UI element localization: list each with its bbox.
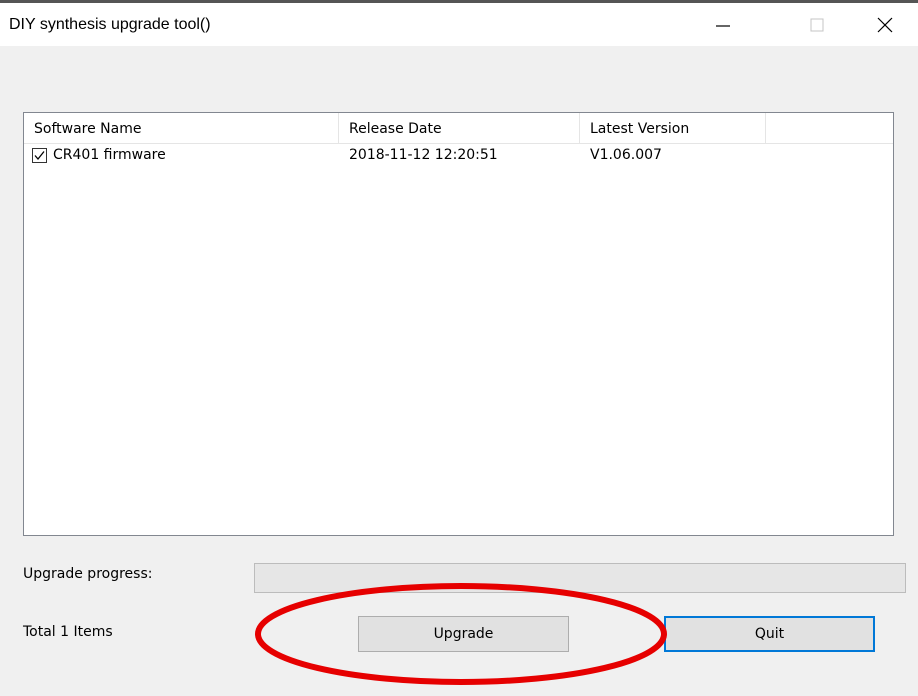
total-items-label: Total 1 Items [23, 624, 113, 640]
checkmark-icon [34, 150, 45, 160]
upgrade-button[interactable]: Upgrade [358, 616, 569, 652]
upgrade-tool-window: DIY synthesis upgrade tool() Software Na… [0, 0, 918, 696]
title-bar: DIY synthesis upgrade tool() [0, 0, 918, 46]
release-date-cell: 2018-11-12 12:20:51 [349, 147, 498, 163]
close-button[interactable] [862, 3, 908, 46]
window-title: DIY synthesis upgrade tool() [9, 16, 211, 33]
upgrade-progress-bar [254, 563, 906, 593]
progress-label: Upgrade progress: [23, 566, 153, 582]
software-list[interactable]: Software Name Release Date Latest Versio… [23, 112, 894, 536]
software-name: CR401 firmware [53, 147, 166, 163]
list-item[interactable]: CR401 firmware 2018-11-12 12:20:51 V1.06… [24, 143, 893, 167]
minimize-button[interactable] [700, 3, 746, 46]
item-checkbox[interactable] [32, 147, 47, 163]
maximize-button [794, 3, 840, 46]
minimize-icon [716, 24, 730, 27]
close-icon [877, 17, 893, 32]
software-name-cell: CR401 firmware [32, 143, 166, 167]
latest-version-cell: V1.06.007 [590, 147, 662, 163]
quit-button[interactable]: Quit [664, 616, 875, 652]
column-header-latest-version[interactable]: Latest Version [580, 113, 766, 143]
column-header-software-name[interactable]: Software Name [24, 113, 339, 143]
maximize-icon [810, 18, 824, 31]
list-header: Software Name Release Date Latest Versio… [24, 113, 893, 144]
column-header-release-date[interactable]: Release Date [339, 113, 580, 143]
